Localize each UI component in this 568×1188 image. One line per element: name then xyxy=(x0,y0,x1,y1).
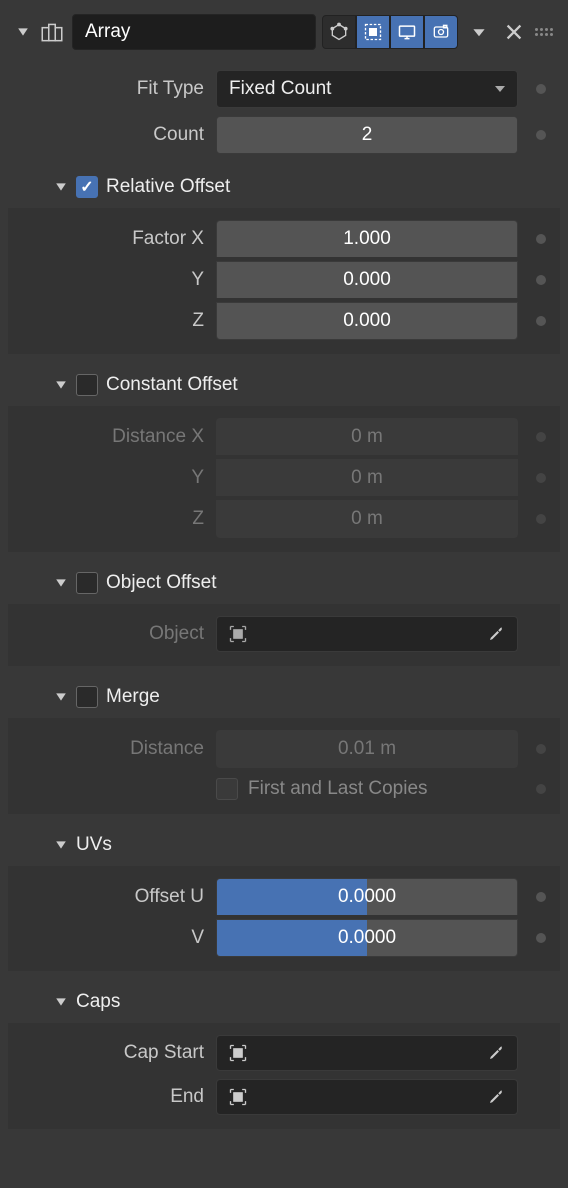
pin[interactable] xyxy=(536,432,546,442)
count-input[interactable]: 2 xyxy=(216,116,518,154)
uvs-title: UVs xyxy=(76,834,112,856)
eyedropper-icon[interactable] xyxy=(485,623,507,645)
distance-z-label: Z xyxy=(8,508,208,530)
pin[interactable] xyxy=(536,514,546,524)
pin[interactable] xyxy=(536,933,546,943)
modifier-header: Array xyxy=(8,10,560,62)
factor-x-label: Factor X xyxy=(8,228,208,250)
object-data-icon xyxy=(227,1042,249,1064)
panel-disclosure[interactable] xyxy=(14,26,32,38)
cap-start-label: Cap Start xyxy=(8,1042,208,1064)
caps-header[interactable]: Caps xyxy=(8,985,560,1019)
object-label: Object xyxy=(8,623,208,645)
offset-v-label: V xyxy=(8,927,208,949)
factor-y-input[interactable]: 0.000 xyxy=(216,261,518,298)
distance-x-input[interactable]: 0 m xyxy=(216,418,518,455)
toggle-realtime[interactable] xyxy=(356,15,390,49)
merge-header[interactable]: Merge xyxy=(8,680,560,714)
constant-offset-header[interactable]: Constant Offset xyxy=(8,368,560,402)
object-offset-title: Object Offset xyxy=(106,572,217,594)
cap-end-label: End xyxy=(8,1086,208,1108)
pin[interactable] xyxy=(536,130,546,140)
distance-y-input[interactable]: 0 m xyxy=(216,459,518,496)
toggle-render[interactable] xyxy=(424,15,458,49)
constant-offset-checkbox[interactable] xyxy=(76,374,98,396)
caps-title: Caps xyxy=(76,991,120,1013)
factor-z-label: Z xyxy=(8,310,208,332)
uvs-header[interactable]: UVs xyxy=(8,828,560,862)
pin[interactable] xyxy=(536,892,546,902)
distance-x-label: Distance X xyxy=(8,426,208,448)
merge-title: Merge xyxy=(106,686,160,708)
modifier-menu[interactable] xyxy=(464,15,494,49)
object-data-icon xyxy=(227,623,249,645)
toggle-edit-mode[interactable] xyxy=(322,15,356,49)
display-toggles xyxy=(322,15,458,49)
constant-offset-title: Constant Offset xyxy=(106,374,238,396)
toggle-viewport[interactable] xyxy=(390,15,424,49)
eyedropper-icon[interactable] xyxy=(485,1086,507,1108)
merge-distance-label: Distance xyxy=(8,738,208,760)
fit-type-select[interactable]: Fixed Count xyxy=(216,70,518,108)
eyedropper-icon[interactable] xyxy=(485,1042,507,1064)
object-offset-header[interactable]: Object Offset xyxy=(8,566,560,600)
pin[interactable] xyxy=(536,784,546,794)
relative-offset-checkbox[interactable] xyxy=(76,176,98,198)
cap-end-picker[interactable] xyxy=(216,1079,518,1115)
object-data-icon xyxy=(227,1086,249,1108)
offset-u-label: Offset U xyxy=(8,886,208,908)
merge-checkbox[interactable] xyxy=(76,686,98,708)
relative-offset-title: Relative Offset xyxy=(106,176,230,198)
cap-start-picker[interactable] xyxy=(216,1035,518,1071)
first-last-checkbox[interactable] xyxy=(216,778,238,800)
factor-z-input[interactable]: 0.000 xyxy=(216,302,518,340)
pin[interactable] xyxy=(536,84,546,94)
drag-handle[interactable] xyxy=(534,28,554,36)
delete-modifier[interactable] xyxy=(500,15,528,49)
object-offset-checkbox[interactable] xyxy=(76,572,98,594)
pin[interactable] xyxy=(536,275,546,285)
offset-v-input[interactable]: 0.0000 xyxy=(216,919,518,957)
array-modifier-icon xyxy=(38,19,66,45)
pin[interactable] xyxy=(536,473,546,483)
pin[interactable] xyxy=(536,316,546,326)
distance-y-label: Y xyxy=(8,467,208,489)
fit-type-label: Fit Type xyxy=(8,78,208,100)
count-label: Count xyxy=(8,124,208,146)
distance-z-input[interactable]: 0 m xyxy=(216,500,518,538)
pin[interactable] xyxy=(536,234,546,244)
merge-distance-input[interactable]: 0.01 m xyxy=(216,730,518,768)
modifier-name-input[interactable]: Array xyxy=(72,14,316,50)
pin[interactable] xyxy=(536,744,546,754)
factor-x-input[interactable]: 1.000 xyxy=(216,220,518,257)
object-picker[interactable] xyxy=(216,616,518,652)
factor-y-label: Y xyxy=(8,269,208,291)
relative-offset-header[interactable]: Relative Offset xyxy=(8,170,560,204)
offset-u-input[interactable]: 0.0000 xyxy=(216,878,518,915)
first-last-label: First and Last Copies xyxy=(248,778,428,800)
